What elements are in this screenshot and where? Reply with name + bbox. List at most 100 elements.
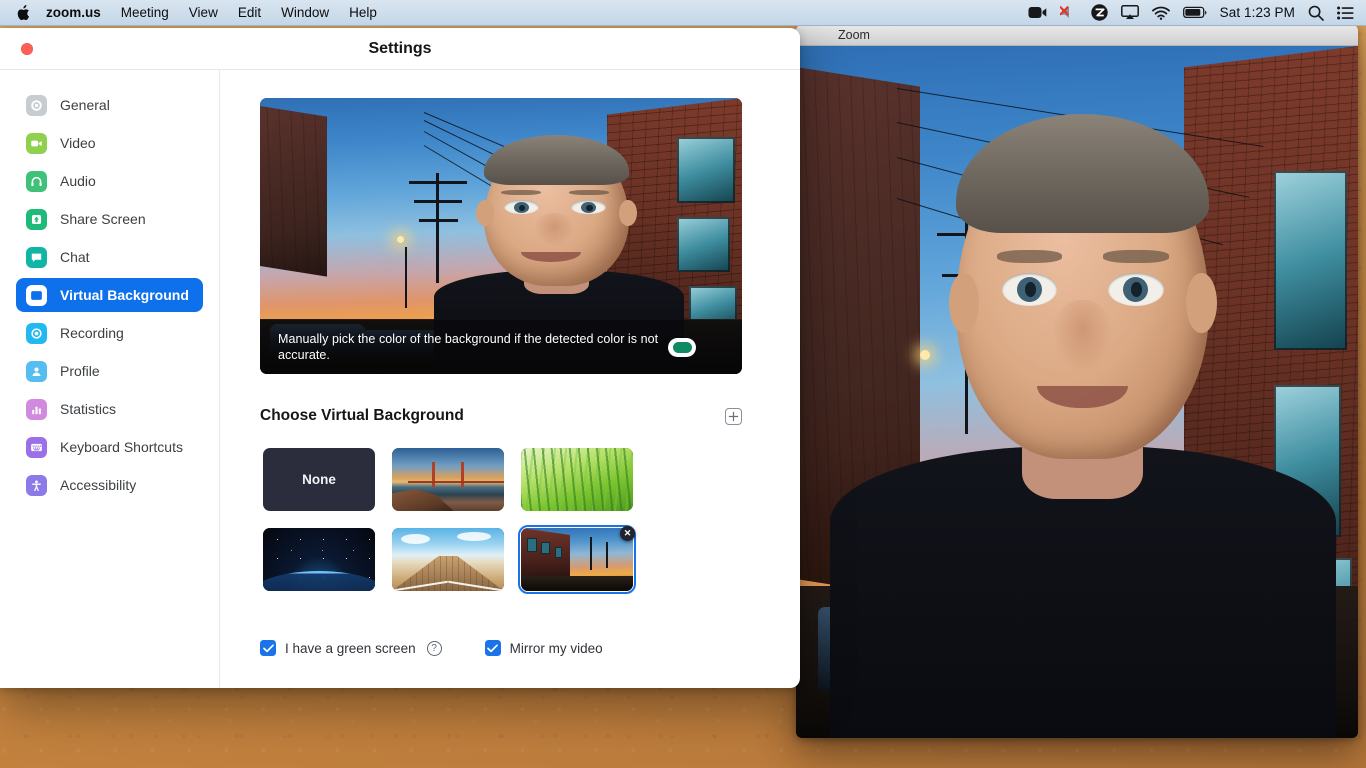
- virtual-background-options: I have a green screen ? Mirror my video: [260, 640, 603, 656]
- delete-background-button[interactable]: ✕: [620, 526, 635, 541]
- sidebar-item-keyboard-shortcuts[interactable]: Keyboard Shortcuts: [16, 430, 203, 464]
- mirror-video-label: Mirror my video: [509, 640, 603, 656]
- zoom-logo-icon[interactable]: [1090, 4, 1108, 21]
- green-screen-hint-text: Manually pick the color of the backgroun…: [278, 332, 659, 362]
- close-window-button[interactable]: [21, 42, 33, 55]
- virtual-background-thumbnail-none[interactable]: None: [263, 448, 375, 511]
- green-screen-color-chip: [672, 341, 692, 353]
- sidebar-item-recording[interactable]: Recording: [16, 316, 203, 350]
- green-screen-option: I have a green screen ?: [260, 640, 442, 656]
- sidebar-item-video[interactable]: Video: [16, 126, 203, 160]
- virtual-background-thumbnail-pier[interactable]: [392, 528, 504, 591]
- virtual-background-thumbnail-grid: None ✕: [260, 445, 760, 594]
- sidebar-item-share-screen[interactable]: Share Screen: [16, 202, 203, 236]
- sidebar-item-label: General: [60, 97, 110, 113]
- menu-window[interactable]: Window: [271, 0, 339, 26]
- video-camera-icon[interactable]: [1028, 5, 1047, 20]
- participant-video-person: [829, 74, 1336, 738]
- zoom-window-titlebar: Zoom: [796, 24, 1358, 46]
- green-screen-hint-banner: Manually pick the color of the backgroun…: [260, 320, 742, 374]
- control-center-icon[interactable]: [1337, 6, 1354, 20]
- sidebar-item-statistics[interactable]: Statistics: [16, 392, 203, 426]
- search-icon[interactable]: [1308, 5, 1324, 21]
- sidebar-item-label: Keyboard Shortcuts: [60, 439, 183, 455]
- zoom-meeting-window[interactable]: Zoom: [796, 24, 1358, 738]
- thumbnail-art-grass: [521, 448, 633, 511]
- sidebar-item-accessibility[interactable]: Accessibility: [16, 468, 203, 502]
- sidebar-item-label: Profile: [60, 363, 100, 379]
- sidebar-item-label: Statistics: [60, 401, 117, 417]
- bridge-deck: [407, 480, 504, 483]
- menu-bar-clock[interactable]: Sat 1:23 PM: [1220, 5, 1295, 20]
- virtual-background-scene: [796, 46, 1358, 738]
- preview-ear: [476, 200, 494, 227]
- choose-background-title: Choose Virtual Background: [260, 407, 464, 424]
- chat-bubble-icon: [26, 246, 47, 268]
- sidebar-item-audio[interactable]: Audio: [16, 164, 203, 198]
- preview-pupil: [586, 204, 593, 212]
- preview-nose: [533, 213, 574, 247]
- virtual-background-thumbnail-bridge[interactable]: [392, 448, 504, 511]
- sidebar-item-profile[interactable]: Profile: [16, 354, 203, 388]
- settings-titlebar: Settings: [0, 28, 800, 70]
- mirror-video-option: Mirror my video: [484, 640, 603, 656]
- add-background-button[interactable]: [725, 407, 742, 425]
- person-hair: [956, 113, 1210, 234]
- sidebar-item-general[interactable]: General: [16, 88, 203, 122]
- street-pole: [606, 541, 608, 569]
- preview-brick-left: [260, 106, 328, 278]
- preview-window: [676, 136, 735, 203]
- menu-zoom-us[interactable]: zoom.us: [36, 0, 111, 26]
- settings-sidebar: General Video Audio Share Screen Chat Virtual…: [0, 70, 220, 688]
- person-pupil: [1024, 282, 1037, 297]
- street-window: [541, 541, 551, 555]
- preview-ear: [618, 200, 637, 227]
- apple-menu-icon[interactable]: [10, 4, 36, 21]
- zoom-video-feed: [796, 46, 1358, 738]
- bridge-tower: [461, 461, 465, 488]
- menu-meeting[interactable]: Meeting: [111, 0, 179, 26]
- none-thumbnail-label: None: [302, 472, 336, 487]
- preview-hair: [483, 135, 629, 185]
- menu-help[interactable]: Help: [339, 0, 387, 26]
- street-window: [554, 546, 563, 558]
- sidebar-item-chat[interactable]: Chat: [16, 240, 203, 274]
- green-screen-checkbox[interactable]: [260, 640, 276, 656]
- street-road: [521, 575, 633, 591]
- sidebar-item-label: Share Screen: [60, 211, 146, 227]
- battery-icon[interactable]: [1182, 6, 1207, 19]
- green-screen-label: I have a green screen: [285, 640, 416, 656]
- pier-cloud: [400, 534, 431, 545]
- camera-icon: [26, 132, 47, 154]
- sidebar-item-virtual-background[interactable]: Virtual Background: [16, 278, 203, 312]
- green-screen-color-swatch[interactable]: [668, 337, 696, 357]
- airplay-icon[interactable]: [1120, 5, 1139, 20]
- macos-menu-bar: zoom.us Meeting View Edit Window Help Sa…: [0, 0, 1366, 26]
- mirror-video-checkbox[interactable]: [484, 640, 501, 656]
- virtual-background-thumbnail-grass[interactable]: [521, 448, 633, 511]
- virtual-background-thumbnail-earth[interactable]: [263, 528, 375, 591]
- preview-window: [676, 216, 730, 272]
- person-eyebrow: [996, 249, 1063, 263]
- thumbnail-art-bridge: [392, 448, 504, 511]
- video-preview[interactable]: Manually pick the color of the backgroun…: [260, 98, 742, 374]
- menu-view[interactable]: View: [179, 0, 228, 26]
- street-window: [526, 538, 537, 552]
- menu-edit[interactable]: Edit: [228, 0, 271, 26]
- sidebar-item-label: Recording: [60, 325, 124, 341]
- green-screen-help-icon[interactable]: ?: [426, 640, 442, 656]
- speaker-muted-icon[interactable]: [1059, 5, 1078, 20]
- choose-background-header: Choose Virtual Background: [260, 407, 742, 425]
- virtual-background-thumbnail-street[interactable]: [521, 528, 633, 591]
- thumbnail-slot: None: [260, 445, 378, 514]
- pier-planks: [392, 555, 504, 591]
- settings-window[interactable]: Settings General Video Audio Share Screen Ch…: [0, 28, 800, 688]
- thumbnail-slot: [518, 445, 636, 514]
- thumbnail-art-earth: [263, 528, 375, 591]
- gear-icon: [26, 94, 47, 116]
- thumbnail-slot: [389, 445, 507, 514]
- wifi-icon[interactable]: [1151, 6, 1170, 20]
- thumbnail-art-pier: [392, 528, 504, 591]
- thumbnail-slot: [260, 525, 378, 594]
- person-nose: [1052, 299, 1113, 373]
